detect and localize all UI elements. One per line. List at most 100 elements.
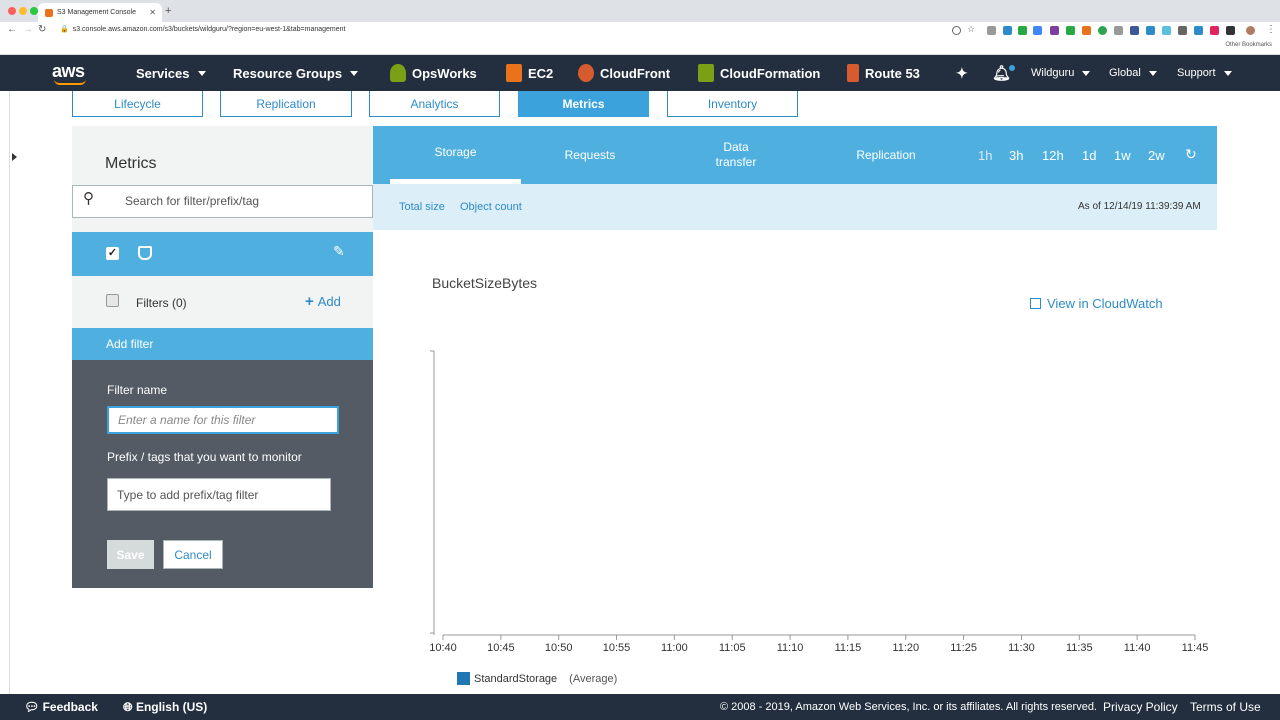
bookmark-star-icon[interactable]: ☆ (967, 24, 976, 34)
extension-icon[interactable] (1194, 26, 1203, 35)
resource-groups-menu[interactable]: Resource Groups (233, 55, 359, 91)
range-3h[interactable]: 3h (1009, 148, 1023, 163)
filter-name-input[interactable] (107, 406, 339, 434)
url-field[interactable]: 🔒 s3.console.aws.amazon.com/s3/buckets/wi… (60, 25, 345, 33)
terms-of-use-link[interactable]: Terms of Use (1190, 700, 1261, 714)
extension-icon[interactable] (1146, 26, 1155, 35)
extension-icon[interactable] (1210, 26, 1219, 35)
tab-requests[interactable]: Requests (540, 126, 640, 184)
object-count-link[interactable]: Object count (460, 201, 522, 213)
bucket-icon (138, 246, 152, 260)
total-size-link[interactable]: Total size (399, 201, 445, 213)
tab-data-transfer[interactable]: Data transfer (706, 126, 766, 184)
profile-avatar[interactable] (1246, 26, 1255, 35)
ec2-icon (506, 64, 522, 82)
prefix-tag-input[interactable] (107, 478, 331, 511)
extension-icon[interactable] (987, 26, 996, 35)
account-menu[interactable]: Wildguru (1031, 55, 1091, 91)
filters-checkbox[interactable] (106, 294, 119, 307)
legend-stat: (Average) (569, 672, 618, 685)
chart-title: BucketSizeBytes (432, 275, 538, 291)
region-menu[interactable]: Global (1109, 55, 1157, 91)
tab-metrics[interactable]: Metrics (518, 91, 649, 117)
external-link-icon (1030, 298, 1041, 309)
support-label: Support (1177, 67, 1216, 79)
extension-icon[interactable] (1178, 26, 1187, 35)
tab-close-icon[interactable]: ✕ (149, 8, 156, 17)
tab-storage[interactable]: Storage (390, 126, 521, 178)
add-label: Add (317, 294, 341, 309)
other-bookmarks[interactable]: Other Bookmarks (1225, 42, 1272, 48)
browser-tab[interactable]: S3 Management Console ✕ (38, 3, 162, 22)
extension-icon[interactable] (1130, 26, 1139, 35)
shortcut-label: CloudFront (600, 65, 671, 81)
shortcut-ec2[interactable]: EC2 (506, 55, 553, 91)
cloudformation-icon (698, 64, 714, 82)
bucket-row[interactable]: ✓ (72, 232, 373, 276)
zoom-icon[interactable] (952, 26, 961, 35)
feedback-link[interactable]: 💬︎ Feedback (24, 700, 98, 714)
refresh-icon[interactable]: ↻ (1185, 146, 1197, 163)
lock-icon: 🔒 (60, 26, 69, 33)
pencil-icon[interactable]: ✎ (333, 243, 345, 260)
tab-analytics[interactable]: Analytics (369, 91, 500, 117)
menu-icon[interactable]: ⋮ (1266, 24, 1276, 35)
extension-icon[interactable] (1114, 26, 1123, 35)
extension-icon[interactable] (1066, 26, 1075, 35)
extension-icon[interactable] (1082, 26, 1091, 35)
window-close-button[interactable] (8, 7, 16, 15)
add-filter-link[interactable]: + Add (305, 293, 341, 310)
route53-icon (847, 64, 859, 82)
metrics-title: Metrics (105, 155, 157, 172)
bookmarks-bar: Other Bookmarks (0, 39, 1280, 55)
extension-icon[interactable] (1162, 26, 1171, 35)
services-menu[interactable]: Services (136, 55, 206, 91)
window-zoom-button[interactable] (30, 7, 38, 15)
extension-icon[interactable] (1003, 26, 1012, 35)
cancel-button[interactable]: Cancel (163, 540, 223, 569)
range-1h[interactable]: 1h (978, 148, 992, 163)
extension-icon[interactable] (1226, 26, 1235, 35)
extension-icon[interactable] (1018, 26, 1027, 35)
shortcut-opsworks[interactable]: OpsWorks (390, 55, 477, 91)
expand-sidebar-icon[interactable] (12, 153, 17, 161)
tab-inventory[interactable]: Inventory (667, 91, 798, 117)
pin-icon[interactable]: ✦ (956, 55, 968, 91)
view-in-cloudwatch-link[interactable]: View in CloudWatch (1030, 296, 1163, 311)
bucket-checkbox[interactable]: ✓ (106, 247, 119, 260)
cloudfront-icon (578, 64, 594, 82)
filter-search-input[interactable] (125, 194, 355, 208)
aws-top-nav: aws Services Resource Groups OpsWorks EC… (0, 55, 1280, 91)
window-minimize-button[interactable] (19, 7, 27, 15)
filter-search-box[interactable]: ⚲ (72, 185, 373, 218)
privacy-policy-link[interactable]: Privacy Policy (1103, 700, 1178, 714)
bell-icon[interactable]: 🔔︎ (992, 55, 1016, 91)
back-icon[interactable]: ← (7, 24, 17, 35)
language-selector[interactable]: 🌐︎ English (US) (123, 700, 207, 715)
shortcut-cloudfront[interactable]: CloudFront (578, 55, 670, 91)
shortcut-route53[interactable]: Route 53 (847, 55, 920, 91)
shortcut-cloudformation[interactable]: CloudFormation (698, 55, 820, 91)
range-1w[interactable]: 1w (1114, 148, 1131, 163)
extension-icon[interactable] (1098, 26, 1107, 35)
reload-icon[interactable]: ↻ (38, 24, 46, 35)
search-icon: ⚲ (83, 190, 94, 207)
tab-replication-metrics[interactable]: Replication (836, 126, 936, 184)
extension-icon[interactable] (1050, 26, 1059, 35)
tab-replication[interactable]: Replication (220, 91, 352, 117)
support-menu[interactable]: Support (1177, 55, 1232, 91)
extension-icon[interactable] (1033, 26, 1042, 35)
range-1d[interactable]: 1d (1082, 148, 1096, 163)
range-2w[interactable]: 2w (1148, 148, 1165, 163)
tab-lifecycle[interactable]: Lifecycle (72, 91, 203, 117)
save-button[interactable]: Save (107, 540, 154, 569)
new-tab-button[interactable]: + (165, 5, 171, 17)
browser-tab-title: S3 Management Console (57, 9, 136, 16)
notification-dot (1009, 65, 1016, 71)
url-text: s3.console.aws.amazon.com/s3/buckets/wil… (72, 26, 346, 33)
range-12h[interactable]: 12h (1042, 148, 1064, 163)
console-footer: 💬︎ Feedback 🌐︎ English (US) © 2008 - 201… (0, 694, 1280, 720)
chevron-down-icon (350, 70, 359, 76)
forward-icon[interactable]: → (23, 24, 33, 35)
chevron-down-icon (1223, 70, 1232, 76)
